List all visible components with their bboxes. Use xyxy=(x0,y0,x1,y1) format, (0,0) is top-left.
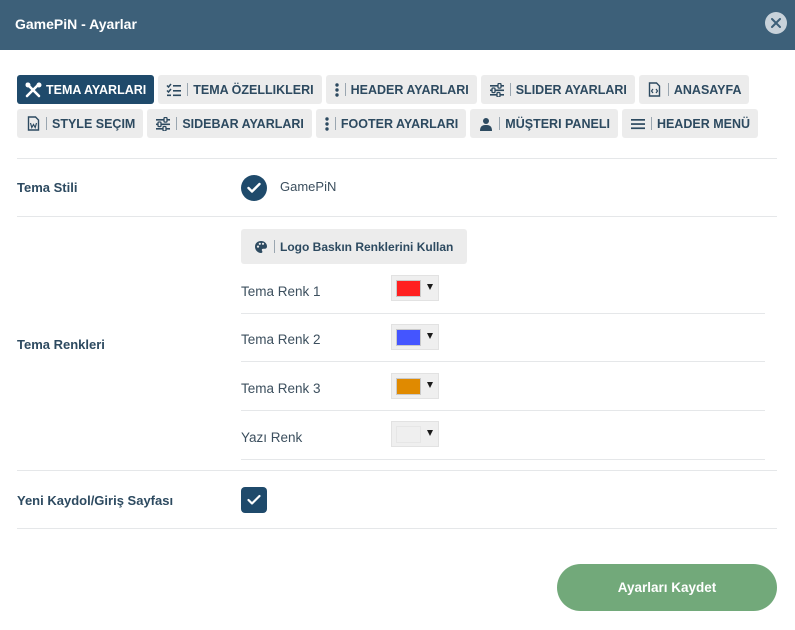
tab-tema-ayarlari[interactable]: TEMA AYARLARI xyxy=(17,75,155,104)
divider xyxy=(17,470,777,471)
check-icon xyxy=(247,182,261,193)
tab-sidebar-ayarlari[interactable]: SIDEBAR AYARLARI xyxy=(147,109,312,138)
tab-musteri-paneli[interactable]: MÜŞTERI PANELI xyxy=(470,109,618,138)
logo-colors-button[interactable]: Logo Baskın Renklerini Kullan xyxy=(241,229,467,264)
yazi-renk-label: Yazı Renk xyxy=(241,430,303,445)
divider xyxy=(17,528,777,529)
tab-label: ANASAYFA xyxy=(673,82,742,97)
tema-renkleri-label: Tema Renkleri xyxy=(17,337,105,352)
tab-anasayfa[interactable]: ANASAYFA xyxy=(638,75,750,104)
tema-renk-2-picker[interactable] xyxy=(391,324,439,350)
tema-renk-1-picker[interactable] xyxy=(391,275,439,301)
color-swatch xyxy=(396,426,421,443)
sliders-icon xyxy=(488,82,506,98)
yazi-renk-picker[interactable] xyxy=(391,421,439,447)
tab-label: TEMA ÖZELLIKLERI xyxy=(193,82,314,97)
divider xyxy=(17,216,777,217)
tab-row-2: STYLE SEÇIM SIDEBAR AYARLARI FOOTER AYAR… xyxy=(17,109,762,138)
close-icon xyxy=(771,18,781,28)
dropdown-arrow-icon xyxy=(427,382,433,388)
kaydol-label: Yeni Kaydol/Giriş Sayfası xyxy=(17,493,174,508)
logo-colors-label: Logo Baskın Renklerini Kullan xyxy=(280,239,454,254)
vertical-dots-icon xyxy=(323,116,331,132)
tab-footer-ayarlari[interactable]: FOOTER AYARLARI xyxy=(315,109,467,138)
dropdown-arrow-icon xyxy=(427,333,433,339)
divider xyxy=(241,313,765,314)
tab-label: TEMA AYARLARI xyxy=(46,82,147,97)
dropdown-arrow-icon xyxy=(427,430,433,436)
dialog-title: GamePiN - Ayarlar xyxy=(15,16,137,32)
color-swatch xyxy=(396,329,421,346)
dialog-titlebar: GamePiN - Ayarlar xyxy=(0,0,795,50)
menu-icon xyxy=(629,116,647,132)
tema-renk-1-label: Tema Renk 1 xyxy=(241,284,321,299)
tab-label: FOOTER AYARLARI xyxy=(340,116,459,131)
tab-label: SLIDER AYARLARI xyxy=(515,82,627,97)
checklist-icon xyxy=(165,82,183,98)
divider xyxy=(17,158,777,159)
tema-stili-radio[interactable] xyxy=(241,175,267,201)
tab-header-ayarlari[interactable]: HEADER AYARLARI xyxy=(325,75,477,104)
color-swatch xyxy=(396,280,421,297)
divider xyxy=(241,410,765,411)
palette-icon xyxy=(255,240,267,253)
sliders-icon xyxy=(154,116,172,132)
tema-renk-2-label: Tema Renk 2 xyxy=(241,332,321,347)
close-button[interactable] xyxy=(765,12,787,34)
tab-label: MÜŞTERI PANELI xyxy=(505,116,610,131)
tab-label: SIDEBAR AYARLARI xyxy=(182,116,304,131)
code-file-icon xyxy=(646,82,664,98)
tab-row-1: TEMA AYARLARI TEMA ÖZELLIKLERI HEADER AY… xyxy=(17,75,753,104)
user-icon xyxy=(477,116,495,132)
tab-slider-ayarlari[interactable]: SLIDER AYARLARI xyxy=(480,75,635,104)
tools-icon xyxy=(24,82,42,98)
tab-tema-ozellikleri[interactable]: TEMA ÖZELLIKLERI xyxy=(158,75,322,104)
check-icon xyxy=(247,494,261,505)
tema-stili-label: Tema Stili xyxy=(17,180,78,195)
divider xyxy=(241,459,765,460)
kaydol-checkbox[interactable] xyxy=(241,487,267,513)
tema-renk-3-picker[interactable] xyxy=(391,373,439,399)
tab-label: HEADER AYARLARI xyxy=(350,82,469,97)
tema-stili-value: GamePiN xyxy=(280,179,337,194)
tab-header-menu[interactable]: HEADER MENÜ xyxy=(621,109,758,138)
tab-style-secim[interactable]: STYLE SEÇIM xyxy=(17,109,144,138)
word-file-icon xyxy=(24,116,42,132)
vertical-dots-icon xyxy=(333,82,341,98)
divider xyxy=(241,361,765,362)
tab-label: STYLE SEÇIM xyxy=(52,116,136,131)
save-settings-button[interactable]: Ayarları Kaydet xyxy=(557,564,777,611)
color-swatch xyxy=(396,378,421,395)
tema-renk-3-label: Tema Renk 3 xyxy=(241,381,321,396)
dropdown-arrow-icon xyxy=(427,284,433,290)
tab-label: HEADER MENÜ xyxy=(656,116,750,131)
